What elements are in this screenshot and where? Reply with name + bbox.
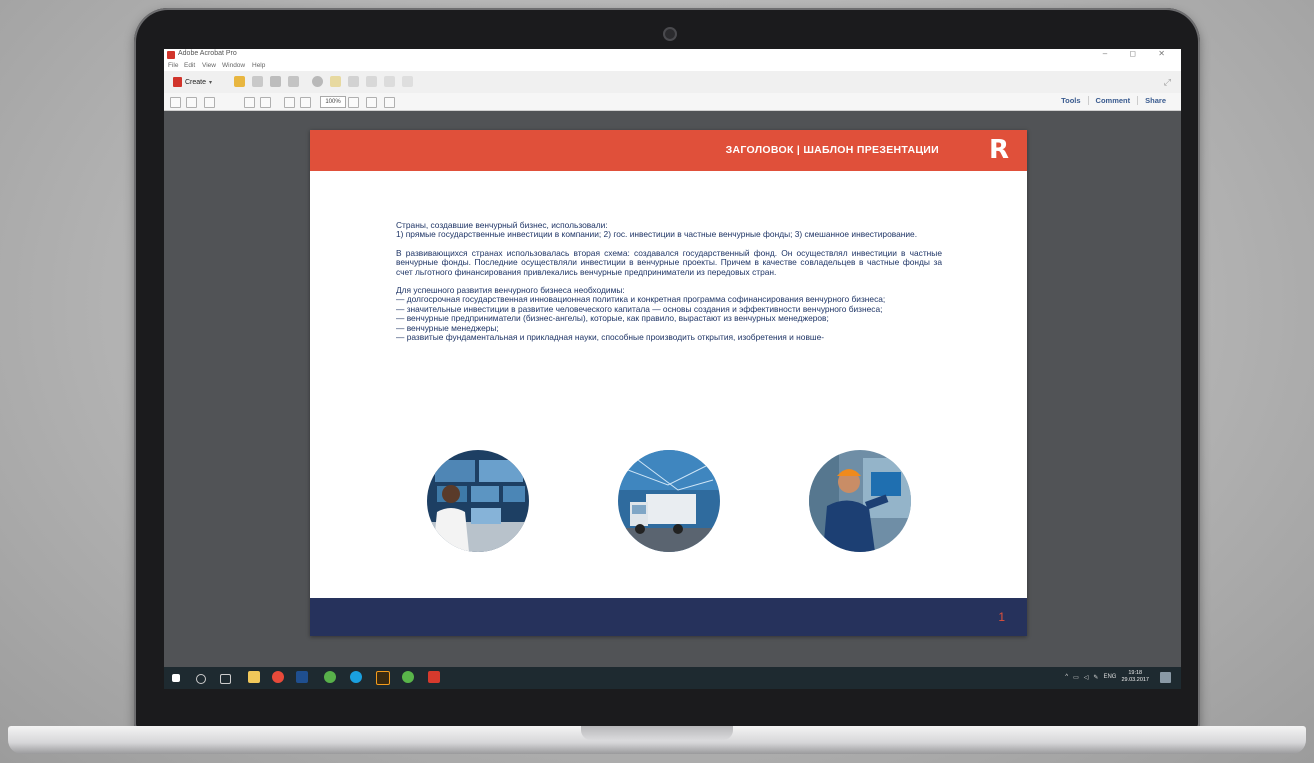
menu-view[interactable]: View (202, 62, 216, 69)
search-icon[interactable] (196, 674, 206, 684)
laptop-notch (581, 726, 733, 740)
tab-tools[interactable]: Tools (1054, 96, 1087, 105)
select-tool-icon[interactable] (244, 97, 255, 108)
expand-icon[interactable]: ⤢ (1164, 77, 1171, 88)
slide-footer: 1 (310, 598, 1027, 636)
create-icon (173, 77, 182, 87)
slide-body: Страны, создавшие венчурный бизнес, испо… (396, 220, 942, 351)
task-view-icon[interactable] (220, 674, 231, 684)
skype-icon[interactable] (350, 671, 362, 683)
previous-page-icon[interactable] (170, 97, 181, 108)
screen: Adobe Acrobat Pro – ◻ ✕ File Edit View W… (164, 49, 1181, 689)
volume-icon[interactable]: ◁ (1084, 674, 1089, 681)
create-label: Create (185, 78, 207, 86)
clock[interactable]: 19:18 29.03.2017 (1121, 670, 1149, 684)
control-room-photo (427, 450, 529, 552)
brand-logo: R (988, 135, 1009, 165)
photoshop-icon[interactable] (296, 671, 308, 683)
settings-icon[interactable] (312, 76, 323, 87)
truck-photo (618, 450, 720, 552)
taskbar: ^ ▭ ◁ ✎ ENG 19:18 29.03.2017 (164, 667, 1181, 689)
zoom-select[interactable]: 100% (320, 96, 346, 108)
zoom-dropdown-icon[interactable] (348, 97, 359, 108)
title-bar: Adobe Acrobat Pro – ◻ ✕ (164, 49, 1181, 61)
document-icon[interactable] (366, 76, 377, 87)
presentation-slide: ЗАГОЛОВОК | ШАБЛОН ПРЕЗЕНТАЦИИ R Страны,… (310, 130, 1027, 636)
zoom-in-icon[interactable] (300, 97, 311, 108)
fit-page-icon[interactable] (366, 97, 377, 108)
chevron-up-icon[interactable]: ^ (1065, 674, 1068, 680)
share-icon[interactable] (348, 76, 359, 87)
chevron-down-icon: ▾ (209, 79, 213, 86)
menu-window[interactable]: Window (222, 62, 245, 69)
clock-date: 29.03.2017 (1121, 677, 1149, 683)
windows-start-icon[interactable] (172, 674, 180, 682)
zoom-out-icon[interactable] (284, 97, 295, 108)
page-number: 1 (998, 610, 1005, 624)
create-button[interactable]: Create ▾ (170, 76, 215, 88)
next-page-icon[interactable] (186, 97, 197, 108)
paragraph-2: В развивающихся странах использовалась в… (396, 247, 942, 277)
menu-file[interactable]: File (168, 62, 178, 69)
illustrator-icon[interactable] (376, 671, 390, 685)
tab-comment[interactable]: Comment (1087, 96, 1138, 105)
system-tray: ^ ▭ ◁ ✎ ENG 19:18 29.03.2017 (1065, 670, 1149, 684)
slide-title: ЗАГОЛОВОК | ШАБЛОН ПРЕЗЕНТАЦИИ (725, 144, 939, 156)
pages-icon[interactable] (384, 76, 395, 87)
export-icon[interactable] (402, 76, 413, 87)
right-pane-tabs: Tools Comment Share (1054, 96, 1173, 105)
browser-icon[interactable] (402, 671, 414, 683)
save-icon[interactable] (252, 76, 263, 87)
file-explorer-icon[interactable] (248, 671, 260, 683)
acrobat-icon (167, 51, 175, 59)
menu-edit[interactable]: Edit (184, 62, 195, 69)
open-folder-icon[interactable] (234, 76, 245, 87)
navigation-toolbar: 100% Tools Comment Share (164, 93, 1181, 111)
notification-icon[interactable] (1160, 672, 1171, 683)
acrobat-taskbar-icon[interactable] (428, 671, 440, 683)
tab-share[interactable]: Share (1137, 96, 1173, 105)
language-indicator[interactable]: ENG (1103, 674, 1116, 680)
hand-tool-icon[interactable] (260, 97, 271, 108)
clock-time: 19:18 (1128, 670, 1143, 676)
print-icon[interactable] (270, 76, 281, 87)
slide-header: ЗАГОЛОВОК | ШАБЛОН ПРЕЗЕНТАЦИИ R (310, 130, 1027, 171)
window-title: Adobe Acrobat Pro (178, 50, 237, 57)
email-icon[interactable] (288, 76, 299, 87)
app-icon[interactable] (324, 671, 336, 683)
main-toolbar: Create ▾ ⤢ (164, 71, 1181, 94)
pen-icon[interactable]: ✎ (1093, 674, 1098, 681)
full-screen-icon[interactable] (384, 97, 395, 108)
menu-help[interactable]: Help (252, 62, 265, 69)
webcam (663, 27, 677, 41)
menu-bar: File Edit View Window Help (164, 61, 1181, 71)
network-icon[interactable]: ▭ (1073, 674, 1079, 681)
engineer-photo (809, 450, 911, 552)
comment-icon[interactable] (330, 76, 341, 87)
chrome-icon[interactable] (272, 671, 284, 683)
page-number-field[interactable] (204, 97, 215, 108)
window-controls[interactable]: – ◻ ✕ (1103, 49, 1175, 58)
paragraph-3: Для успешного развития венчурного бизнес… (396, 285, 886, 343)
document-area[interactable]: ЗАГОЛОВОК | ШАБЛОН ПРЕЗЕНТАЦИИ R Страны,… (164, 111, 1181, 667)
paragraph-1: Страны, создавшие венчурный бизнес, испо… (396, 220, 918, 240)
